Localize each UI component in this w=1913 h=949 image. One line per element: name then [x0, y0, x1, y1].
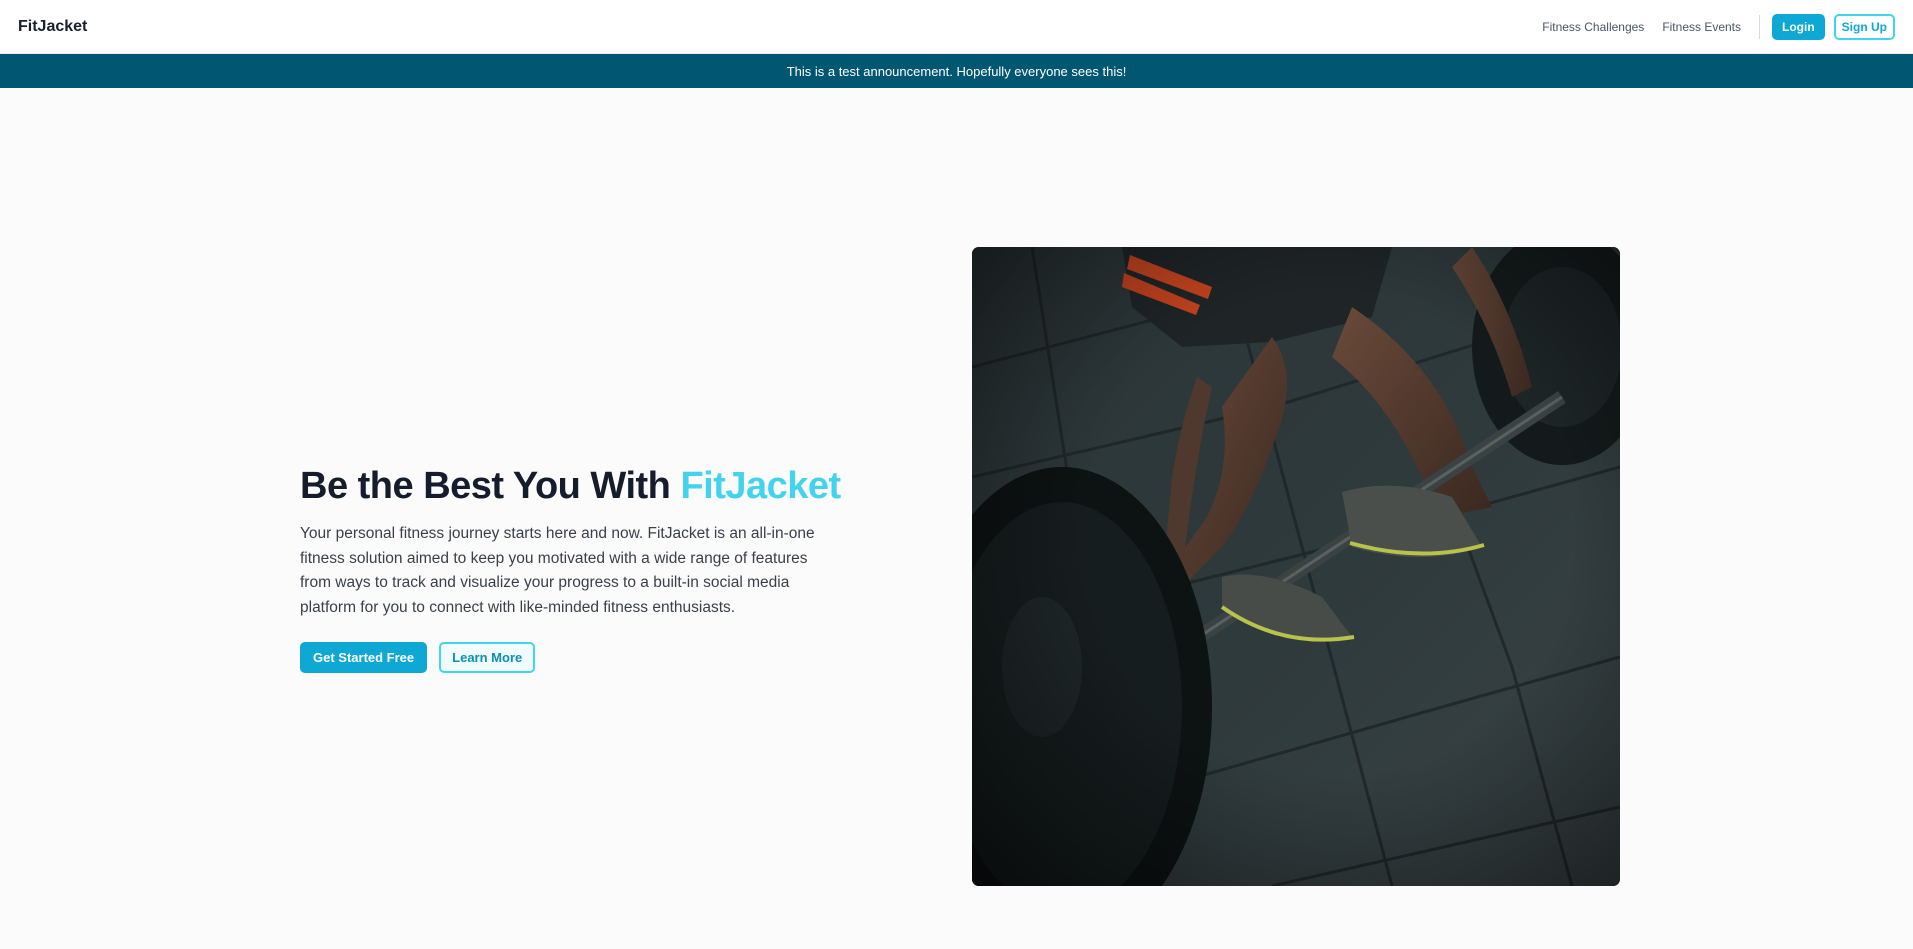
barbell-deadlift-photo-icon: [972, 247, 1620, 886]
nav-divider: [1759, 14, 1761, 39]
hero-image: [972, 247, 1620, 886]
hero-section: Be the Best You With FitJacket Your pers…: [300, 462, 860, 673]
nav-menu: Fitness Challenges Fitness Events Login …: [1542, 0, 1895, 53]
hero-title-accent: FitJacket: [680, 465, 841, 507]
hero-actions: Get Started Free Learn More: [300, 642, 860, 673]
nav-link-fitness-events[interactable]: Fitness Events: [1662, 20, 1741, 34]
hero-title: Be the Best You With FitJacket: [300, 462, 860, 510]
hero-title-prefix: Be the Best You With: [300, 465, 681, 507]
login-button[interactable]: Login: [1772, 13, 1825, 40]
learn-more-button[interactable]: Learn More: [439, 642, 536, 673]
get-started-button[interactable]: Get Started Free: [300, 642, 428, 673]
nav-link-fitness-challenges[interactable]: Fitness Challenges: [1542, 20, 1644, 34]
brand-logo[interactable]: FitJacket: [18, 18, 87, 36]
hero-description: Your personal fitness journey starts her…: [300, 525, 815, 616]
announcement-text: This is a test announcement. Hopefully e…: [786, 63, 1127, 79]
signup-button[interactable]: Sign Up: [1833, 13, 1895, 40]
announcement-banner: This is a test announcement. Hopefully e…: [0, 54, 1913, 88]
navbar: FitJacket Fitness Challenges Fitness Eve…: [0, 0, 1913, 54]
